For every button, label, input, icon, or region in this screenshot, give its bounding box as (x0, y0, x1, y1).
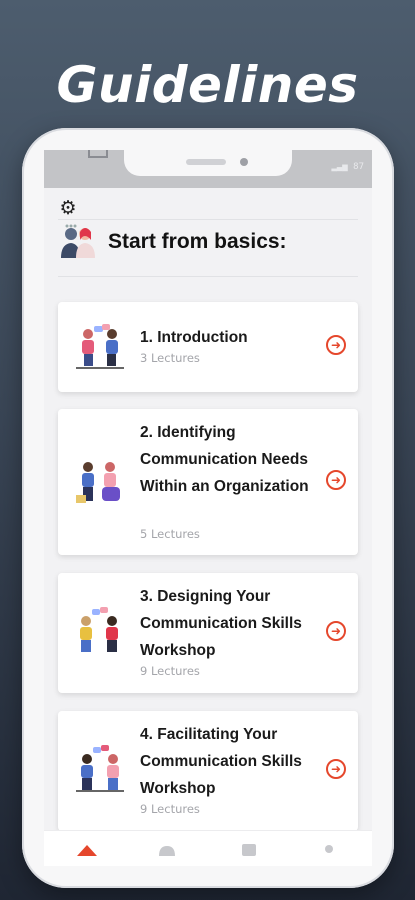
phone-notch (124, 150, 292, 176)
app-screen: ▂▃▅ 87 ⚙ Start from basics: 1. Introduct… (44, 150, 372, 866)
page-headline: Guidelines (56, 56, 359, 114)
course-title: 4. Facilitating Your Communication Skill… (140, 726, 302, 797)
camera-dot (240, 158, 248, 166)
courses-icon[interactable] (154, 841, 180, 859)
course-illustration-icon (76, 745, 124, 792)
people-talking-icon (61, 224, 95, 258)
library-icon[interactable] (236, 841, 262, 859)
status-indicators: ▂▃▅ 87 (331, 162, 364, 172)
course-title: 1. Introduction (140, 329, 248, 346)
arrow-circle-right-icon[interactable]: ➜ (326, 335, 346, 355)
section-header: Start from basics: (58, 222, 287, 262)
home-icon[interactable] (74, 841, 100, 859)
arrow-circle-right-icon[interactable]: ➜ (326, 621, 346, 641)
course-illustration-icon (76, 324, 124, 369)
course-title: 3. Designing Your Communication Skills W… (140, 588, 302, 659)
lecture-count: 3 Lectures (140, 351, 200, 365)
course-card[interactable]: 4. Facilitating Your Communication Skill… (58, 711, 358, 831)
divider (58, 219, 358, 220)
bottom-nav (44, 830, 372, 866)
lecture-count: 5 Lectures (140, 527, 200, 541)
arrow-circle-right-icon[interactable]: ➜ (326, 759, 346, 779)
arrow-circle-right-icon[interactable]: ➜ (326, 470, 346, 490)
course-card[interactable]: 1. Introduction 3 Lectures ➜ (58, 302, 358, 392)
divider (58, 276, 358, 277)
course-card[interactable]: 2. Identifying Communication Needs Withi… (58, 409, 358, 555)
profile-icon[interactable] (316, 841, 342, 859)
phone-frame: ▂▃▅ 87 ⚙ Start from basics: 1. Introduct… (22, 128, 394, 888)
course-card[interactable]: 3. Designing Your Communication Skills W… (58, 573, 358, 693)
status-icon (88, 150, 108, 158)
section-title: Start from basics: (108, 230, 287, 253)
lecture-count: 9 Lectures (140, 802, 200, 816)
status-bar: ▂▃▅ 87 (44, 150, 372, 188)
course-illustration-icon (76, 462, 120, 503)
battery-level: 87 (353, 162, 364, 172)
course-illustration-icon (80, 607, 118, 652)
lecture-count: 9 Lectures (140, 664, 200, 678)
signal-icon: ▂▃▅ (331, 162, 348, 172)
speaker-grille (186, 159, 226, 165)
course-title: 2. Identifying Communication Needs Withi… (140, 424, 309, 495)
gear-icon[interactable]: ⚙ (56, 196, 80, 220)
